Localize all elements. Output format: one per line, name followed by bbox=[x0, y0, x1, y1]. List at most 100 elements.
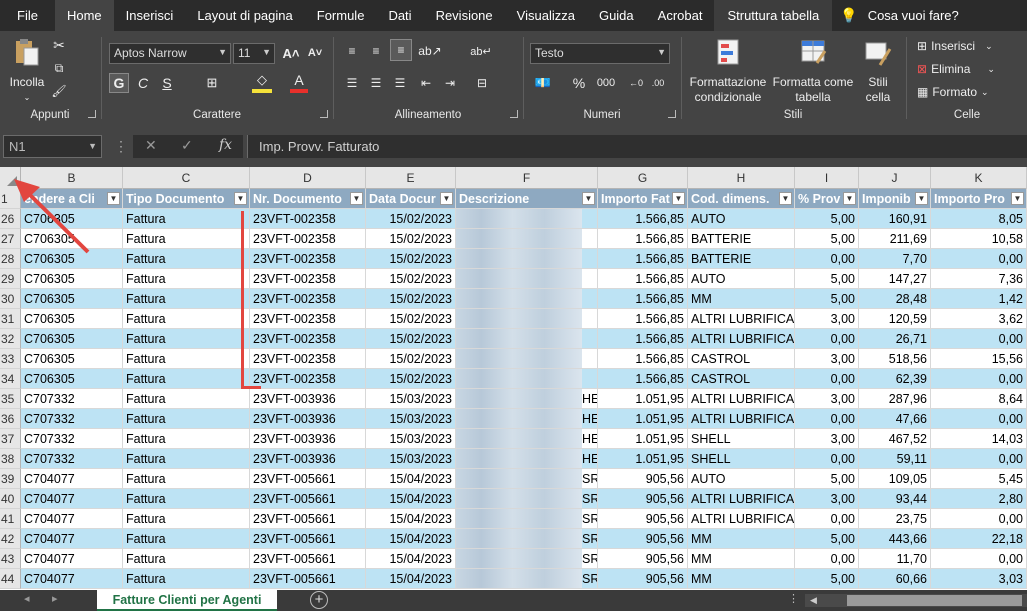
percent-style-icon[interactable]: % bbox=[570, 73, 588, 93]
tab-review[interactable]: Revisione bbox=[424, 0, 505, 31]
table-cell[interactable]: Fattura bbox=[123, 529, 250, 549]
table-cell[interactable]: C707332 bbox=[21, 409, 123, 429]
table-cell[interactable]: 2,80 bbox=[931, 489, 1027, 509]
table-cell[interactable]: 905,56 bbox=[598, 469, 688, 489]
table-cell[interactable]: ALTRI LUBRIFICAN bbox=[688, 309, 795, 329]
filter-dropdown-icon[interactable]: ▼ bbox=[672, 192, 685, 205]
row-number[interactable]: 44 bbox=[0, 569, 21, 589]
decrease-decimal-icon[interactable]: .00 bbox=[648, 73, 668, 93]
increase-decimal-icon[interactable]: ←0 bbox=[626, 73, 646, 93]
table-cell[interactable]: 23VFT-002358 bbox=[250, 329, 366, 349]
table-cell[interactable]: 3,62 bbox=[931, 309, 1027, 329]
table-cell[interactable]: 5,00 bbox=[795, 289, 859, 309]
table-cell[interactable]: 1.051,95 bbox=[598, 409, 688, 429]
table-cell[interactable]: 1.051,95 bbox=[598, 429, 688, 449]
table-cell[interactable]: 15/02/2023 bbox=[366, 229, 456, 249]
table-cell[interactable]: 1.566,85 bbox=[598, 329, 688, 349]
table-cell[interactable]: MM bbox=[688, 289, 795, 309]
table-cell[interactable]: 23VFT-002358 bbox=[250, 309, 366, 329]
increase-indent-icon[interactable]: ⇥ bbox=[440, 73, 460, 93]
table-cell[interactable]: 3,03 bbox=[931, 569, 1027, 589]
number-format-select[interactable]: Testo ▼ bbox=[530, 43, 670, 64]
table-cell[interactable]: 15/04/2023 bbox=[366, 549, 456, 569]
row-number[interactable]: 40 bbox=[0, 489, 21, 509]
table-cell[interactable]: 23VFT-005661 bbox=[250, 529, 366, 549]
table-cell[interactable]: ALTRI LUBRIFICAN bbox=[688, 489, 795, 509]
table-cell[interactable]: Fattura bbox=[123, 269, 250, 289]
table-cell[interactable]: 1.566,85 bbox=[598, 369, 688, 389]
enter-icon[interactable]: ✓ bbox=[181, 137, 193, 154]
table-cell[interactable]: 26,71 bbox=[859, 329, 931, 349]
table-cell[interactable]: AUTO bbox=[688, 469, 795, 489]
column-header-k[interactable]: K bbox=[931, 167, 1027, 189]
table-cell[interactable]: 28,48 bbox=[859, 289, 931, 309]
tab-data[interactable]: Dati bbox=[376, 0, 423, 31]
table-cell[interactable]: 5,00 bbox=[795, 569, 859, 589]
table-cell[interactable]: 211,69 bbox=[859, 229, 931, 249]
bold-button[interactable]: G bbox=[109, 73, 129, 93]
table-cell[interactable]: C707332 bbox=[21, 449, 123, 469]
table-cell[interactable]: 160,91 bbox=[859, 209, 931, 229]
table-cell[interactable]: 443,66 bbox=[859, 529, 931, 549]
table-cell[interactable]: 5,00 bbox=[795, 529, 859, 549]
table-cell[interactable]: 15/02/2023 bbox=[366, 309, 456, 329]
table-cell[interactable]: HE bbox=[456, 409, 598, 429]
table-cell[interactable]: 7,70 bbox=[859, 249, 931, 269]
row-number[interactable]: 31 bbox=[0, 309, 21, 329]
table-cell[interactable]: Fattura bbox=[123, 349, 250, 369]
table-cell[interactable]: 518,56 bbox=[859, 349, 931, 369]
delete-cells-button[interactable]: ⊠ Elimina ⌄ bbox=[917, 60, 1013, 78]
italic-button[interactable]: C bbox=[135, 73, 151, 93]
table-cell[interactable]: Fattura bbox=[123, 329, 250, 349]
table-cell[interactable]: 15/02/2023 bbox=[366, 269, 456, 289]
table-cell[interactable]: 23VFT-005661 bbox=[250, 469, 366, 489]
table-cell[interactable]: 3,00 bbox=[795, 389, 859, 409]
table-cell[interactable]: 5,00 bbox=[795, 269, 859, 289]
align-right-icon[interactable]: ☰ bbox=[390, 73, 410, 93]
format-as-table-button[interactable]: Formatta come tabella bbox=[770, 37, 856, 105]
table-cell[interactable]: Fattura bbox=[123, 369, 250, 389]
table-cell[interactable] bbox=[456, 249, 598, 269]
table-cell[interactable]: 23VFT-003936 bbox=[250, 409, 366, 429]
cell-styles-button[interactable]: Stili cella bbox=[858, 37, 898, 105]
table-cell[interactable] bbox=[456, 289, 598, 309]
format-painter-icon[interactable]: 🖌 bbox=[50, 82, 68, 100]
table-cell[interactable] bbox=[456, 329, 598, 349]
table-cell[interactable]: 3,00 bbox=[795, 429, 859, 449]
table-cell[interactable]: 15/03/2023 bbox=[366, 449, 456, 469]
table-cell[interactable]: Fattura bbox=[123, 409, 250, 429]
conditional-formatting-button[interactable]: Formattazione condizionale bbox=[686, 37, 770, 105]
table-cell[interactable]: 905,56 bbox=[598, 569, 688, 589]
alignment-launcher-icon[interactable] bbox=[510, 110, 518, 118]
underline-button[interactable]: S bbox=[159, 73, 175, 93]
table-cell[interactable]: 23VFT-003936 bbox=[250, 449, 366, 469]
table-cell[interactable]: 15/04/2023 bbox=[366, 489, 456, 509]
table-cell[interactable]: 467,52 bbox=[859, 429, 931, 449]
scrollbar-thumb[interactable] bbox=[847, 595, 1022, 606]
table-cell[interactable]: Fattura bbox=[123, 209, 250, 229]
table-cell[interactable]: BATTERIE bbox=[688, 249, 795, 269]
column-header-d[interactable]: D bbox=[250, 167, 366, 189]
table-cell[interactable]: SR bbox=[456, 469, 598, 489]
table-cell[interactable]: 5,00 bbox=[795, 229, 859, 249]
table-cell[interactable]: SR bbox=[456, 529, 598, 549]
table-cell[interactable]: 0,00 bbox=[931, 329, 1027, 349]
insert-cells-button[interactable]: ⊞ Inserisci ⌄ bbox=[917, 37, 1013, 55]
borders-icon[interactable]: ⊞ bbox=[202, 73, 222, 93]
filter-dropdown-icon[interactable]: ▼ bbox=[234, 192, 247, 205]
table-cell[interactable]: ALTRI LUBRIFICAN bbox=[688, 509, 795, 529]
table-cell[interactable]: 905,56 bbox=[598, 509, 688, 529]
filter-dropdown-icon[interactable]: ▼ bbox=[350, 192, 363, 205]
row-number[interactable]: 32 bbox=[0, 329, 21, 349]
table-cell[interactable]: HE bbox=[456, 389, 598, 409]
table-cell[interactable]: C707332 bbox=[21, 429, 123, 449]
table-cell[interactable]: 23VFT-005661 bbox=[250, 569, 366, 589]
table-cell[interactable]: 0,00 bbox=[931, 449, 1027, 469]
font-color-icon[interactable]: A bbox=[290, 71, 308, 93]
table-cell[interactable]: 8,64 bbox=[931, 389, 1027, 409]
table-cell[interactable]: SR bbox=[456, 489, 598, 509]
column-title[interactable]: % Prov ▼ bbox=[795, 189, 859, 209]
column-title[interactable]: Cod. dimens. ▼ bbox=[688, 189, 795, 209]
table-cell[interactable]: 905,56 bbox=[598, 489, 688, 509]
table-cell[interactable]: 15/02/2023 bbox=[366, 369, 456, 389]
